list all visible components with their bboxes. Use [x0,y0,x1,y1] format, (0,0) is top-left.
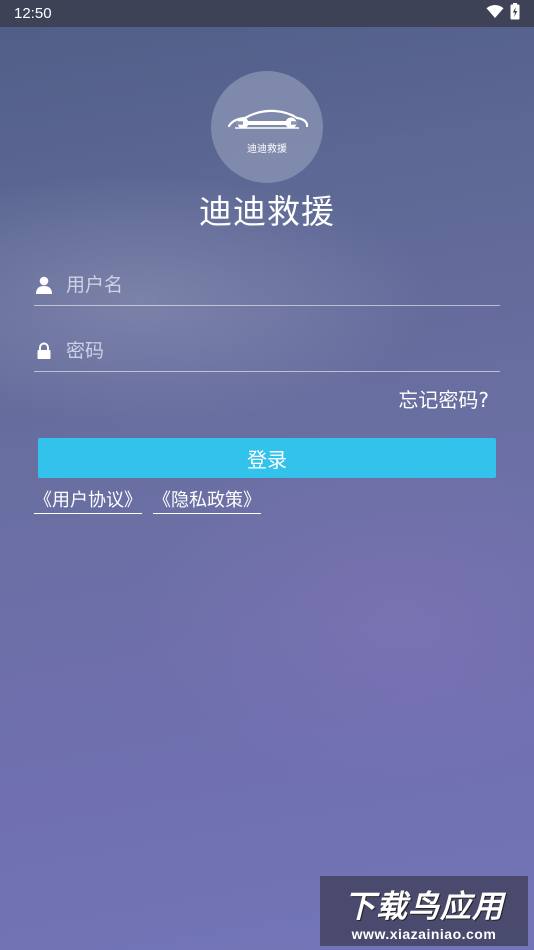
status-time: 12:50 [14,5,52,22]
username-input[interactable] [64,273,500,297]
logo-caption: 迪迪救援 [247,143,287,155]
status-icons [486,3,520,24]
agreement-links: 《用户协议》 《隐私政策》 [34,490,261,514]
user-icon [36,276,52,294]
car-wrench-icon [225,100,309,136]
login-button[interactable]: 登录 [38,438,496,478]
watermark-url: www.xiazainiao.com [351,925,497,942]
user-agreement-link[interactable]: 《用户协议》 [34,490,142,514]
password-field [34,331,500,372]
watermark: 下载鸟应用 www.xiazainiao.com [320,876,528,946]
battery-charging-icon [510,3,520,24]
privacy-policy-link[interactable]: 《隐私政策》 [153,490,261,514]
app-logo: 迪迪救援 [211,71,323,183]
password-input[interactable] [64,339,500,363]
status-bar: 12:50 [0,0,534,27]
watermark-title: 下载鸟应用 [344,888,504,925]
app-title: 迪迪救援 [199,192,335,231]
username-field [34,265,500,306]
lock-icon [36,342,52,360]
forgot-password-link[interactable]: 忘记密码? [398,384,489,413]
wifi-icon [486,4,504,23]
